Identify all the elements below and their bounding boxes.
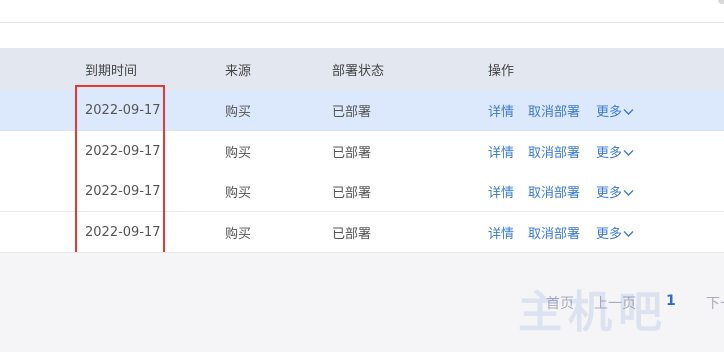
chevron-down-icon bbox=[623, 231, 634, 237]
table-footer: 首页 上一页 1 下一 bbox=[0, 252, 724, 352]
detail-link[interactable]: 详情 bbox=[488, 223, 514, 242]
more-dropdown[interactable]: 更多 bbox=[596, 101, 634, 120]
header-source: 来源 bbox=[225, 63, 252, 79]
actions-cell: 详情 取消部署 更多 bbox=[488, 131, 634, 171]
deploy-status-cell: 已部署 bbox=[332, 226, 372, 242]
more-label: 更多 bbox=[596, 185, 623, 201]
deploy-status-cell: 已部署 bbox=[332, 104, 372, 120]
header-expiry-date: 到期时间 bbox=[85, 63, 138, 79]
table-top-spacer bbox=[0, 23, 724, 48]
expiry-date-cell: 2022-09-17 bbox=[85, 183, 161, 199]
more-dropdown[interactable]: 更多 bbox=[596, 223, 634, 242]
actions-cell: 详情 取消部署 更多 bbox=[488, 212, 634, 252]
deploy-status-cell: 已部署 bbox=[332, 145, 372, 161]
table-row[interactable]: 2022-09-17 购买 已部署 详情 取消部署 更多 bbox=[0, 131, 724, 172]
detail-link[interactable]: 详情 bbox=[488, 182, 514, 201]
source-cell: 购买 bbox=[225, 185, 252, 201]
top-toolbar-strip bbox=[0, 0, 724, 22]
cancel-deploy-link[interactable]: 取消部署 bbox=[528, 182, 580, 201]
source-cell: 购买 bbox=[225, 145, 252, 161]
expiry-date-cell: 2022-09-17 bbox=[85, 224, 161, 240]
pagination-first[interactable]: 首页 bbox=[546, 293, 574, 313]
chevron-down-icon bbox=[623, 190, 634, 196]
more-label: 更多 bbox=[596, 145, 623, 161]
cancel-deploy-link[interactable]: 取消部署 bbox=[528, 142, 580, 161]
pagination-next[interactable]: 下一 bbox=[706, 293, 724, 313]
chevron-down-icon bbox=[623, 150, 634, 156]
more-label: 更多 bbox=[596, 226, 623, 242]
more-dropdown[interactable]: 更多 bbox=[596, 182, 634, 201]
cancel-deploy-link[interactable]: 取消部署 bbox=[528, 223, 580, 242]
header-deploy-status: 部署状态 bbox=[332, 63, 385, 79]
header-actions: 操作 bbox=[488, 63, 515, 79]
table-row[interactable]: 2022-09-17 购买 已部署 详情 取消部署 更多 bbox=[0, 171, 724, 212]
scroll-indicator bbox=[718, 0, 724, 4]
table-row[interactable]: 2022-09-17 购买 已部署 详情 取消部署 更多 bbox=[0, 212, 724, 253]
pagination-prev[interactable]: 上一页 bbox=[594, 293, 636, 313]
chevron-down-icon bbox=[623, 109, 634, 115]
expiry-date-cell: 2022-09-17 bbox=[85, 102, 161, 118]
table-header: 到期时间 来源 部署状态 操作 bbox=[0, 48, 724, 90]
cancel-deploy-link[interactable]: 取消部署 bbox=[528, 101, 580, 120]
detail-link[interactable]: 详情 bbox=[488, 101, 514, 120]
more-dropdown[interactable]: 更多 bbox=[596, 142, 634, 161]
detail-link[interactable]: 详情 bbox=[488, 142, 514, 161]
deploy-status-cell: 已部署 bbox=[332, 185, 372, 201]
source-cell: 购买 bbox=[225, 226, 252, 242]
more-label: 更多 bbox=[596, 104, 623, 120]
source-cell: 购买 bbox=[225, 104, 252, 120]
expiry-date-cell: 2022-09-17 bbox=[85, 143, 161, 159]
table-row[interactable]: 2022-09-17 购买 已部署 详情 取消部署 更多 bbox=[0, 90, 724, 131]
pagination-current-page[interactable]: 1 bbox=[666, 293, 676, 309]
actions-cell: 详情 取消部署 更多 bbox=[488, 171, 634, 211]
actions-cell: 详情 取消部署 更多 bbox=[488, 90, 634, 130]
